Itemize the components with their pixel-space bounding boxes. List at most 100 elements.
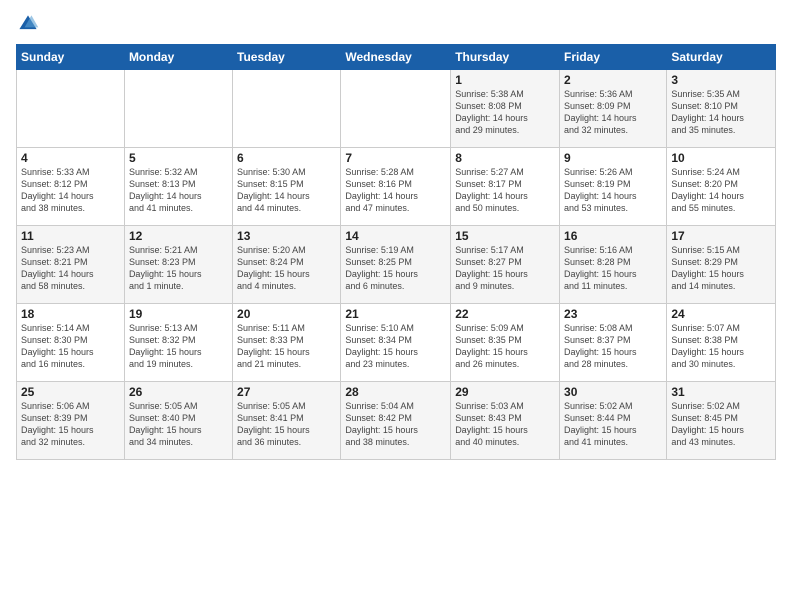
calendar-cell: 30Sunrise: 5:02 AM Sunset: 8:44 PM Dayli… [560, 382, 667, 460]
day-info: Sunrise: 5:06 AM Sunset: 8:39 PM Dayligh… [21, 400, 120, 449]
day-header-thursday: Thursday [451, 45, 560, 70]
calendar-cell: 9Sunrise: 5:26 AM Sunset: 8:19 PM Daylig… [560, 148, 667, 226]
day-info: Sunrise: 5:11 AM Sunset: 8:33 PM Dayligh… [237, 322, 336, 371]
day-info: Sunrise: 5:26 AM Sunset: 8:19 PM Dayligh… [564, 166, 662, 215]
calendar-cell: 16Sunrise: 5:16 AM Sunset: 8:28 PM Dayli… [560, 226, 667, 304]
day-number: 28 [345, 385, 446, 399]
logo-icon [16, 12, 40, 36]
calendar-cell: 2Sunrise: 5:36 AM Sunset: 8:09 PM Daylig… [560, 70, 667, 148]
day-info: Sunrise: 5:36 AM Sunset: 8:09 PM Dayligh… [564, 88, 662, 137]
day-number: 13 [237, 229, 336, 243]
day-number: 7 [345, 151, 446, 165]
calendar-cell: 13Sunrise: 5:20 AM Sunset: 8:24 PM Dayli… [233, 226, 341, 304]
day-number: 9 [564, 151, 662, 165]
day-info: Sunrise: 5:19 AM Sunset: 8:25 PM Dayligh… [345, 244, 446, 293]
day-number: 18 [21, 307, 120, 321]
calendar-cell: 5Sunrise: 5:32 AM Sunset: 8:13 PM Daylig… [124, 148, 232, 226]
week-row-1: 1Sunrise: 5:38 AM Sunset: 8:08 PM Daylig… [17, 70, 776, 148]
day-number: 3 [671, 73, 771, 87]
day-info: Sunrise: 5:32 AM Sunset: 8:13 PM Dayligh… [129, 166, 228, 215]
day-info: Sunrise: 5:04 AM Sunset: 8:42 PM Dayligh… [345, 400, 446, 449]
calendar-cell: 22Sunrise: 5:09 AM Sunset: 8:35 PM Dayli… [451, 304, 560, 382]
day-info: Sunrise: 5:10 AM Sunset: 8:34 PM Dayligh… [345, 322, 446, 371]
week-row-3: 11Sunrise: 5:23 AM Sunset: 8:21 PM Dayli… [17, 226, 776, 304]
calendar-cell: 1Sunrise: 5:38 AM Sunset: 8:08 PM Daylig… [451, 70, 560, 148]
day-number: 22 [455, 307, 555, 321]
day-info: Sunrise: 5:14 AM Sunset: 8:30 PM Dayligh… [21, 322, 120, 371]
calendar-cell: 31Sunrise: 5:02 AM Sunset: 8:45 PM Dayli… [667, 382, 776, 460]
day-info: Sunrise: 5:13 AM Sunset: 8:32 PM Dayligh… [129, 322, 228, 371]
day-number: 27 [237, 385, 336, 399]
day-number: 11 [21, 229, 120, 243]
calendar-cell [233, 70, 341, 148]
day-info: Sunrise: 5:33 AM Sunset: 8:12 PM Dayligh… [21, 166, 120, 215]
day-info: Sunrise: 5:28 AM Sunset: 8:16 PM Dayligh… [345, 166, 446, 215]
day-info: Sunrise: 5:07 AM Sunset: 8:38 PM Dayligh… [671, 322, 771, 371]
day-info: Sunrise: 5:38 AM Sunset: 8:08 PM Dayligh… [455, 88, 555, 137]
day-number: 4 [21, 151, 120, 165]
calendar-cell: 21Sunrise: 5:10 AM Sunset: 8:34 PM Dayli… [341, 304, 451, 382]
day-info: Sunrise: 5:03 AM Sunset: 8:43 PM Dayligh… [455, 400, 555, 449]
calendar-cell: 11Sunrise: 5:23 AM Sunset: 8:21 PM Dayli… [17, 226, 125, 304]
calendar-cell [17, 70, 125, 148]
day-number: 20 [237, 307, 336, 321]
day-info: Sunrise: 5:05 AM Sunset: 8:41 PM Dayligh… [237, 400, 336, 449]
day-info: Sunrise: 5:17 AM Sunset: 8:27 PM Dayligh… [455, 244, 555, 293]
day-number: 16 [564, 229, 662, 243]
day-number: 15 [455, 229, 555, 243]
calendar-cell: 19Sunrise: 5:13 AM Sunset: 8:32 PM Dayli… [124, 304, 232, 382]
calendar-cell: 25Sunrise: 5:06 AM Sunset: 8:39 PM Dayli… [17, 382, 125, 460]
day-number: 21 [345, 307, 446, 321]
calendar-header-row: SundayMondayTuesdayWednesdayThursdayFrid… [17, 45, 776, 70]
calendar-cell: 15Sunrise: 5:17 AM Sunset: 8:27 PM Dayli… [451, 226, 560, 304]
week-row-5: 25Sunrise: 5:06 AM Sunset: 8:39 PM Dayli… [17, 382, 776, 460]
day-header-monday: Monday [124, 45, 232, 70]
day-info: Sunrise: 5:21 AM Sunset: 8:23 PM Dayligh… [129, 244, 228, 293]
calendar-cell [124, 70, 232, 148]
calendar-cell: 8Sunrise: 5:27 AM Sunset: 8:17 PM Daylig… [451, 148, 560, 226]
day-info: Sunrise: 5:09 AM Sunset: 8:35 PM Dayligh… [455, 322, 555, 371]
calendar-cell: 10Sunrise: 5:24 AM Sunset: 8:20 PM Dayli… [667, 148, 776, 226]
day-info: Sunrise: 5:30 AM Sunset: 8:15 PM Dayligh… [237, 166, 336, 215]
calendar-cell: 6Sunrise: 5:30 AM Sunset: 8:15 PM Daylig… [233, 148, 341, 226]
calendar-cell: 4Sunrise: 5:33 AM Sunset: 8:12 PM Daylig… [17, 148, 125, 226]
calendar: SundayMondayTuesdayWednesdayThursdayFrid… [16, 44, 776, 460]
calendar-cell: 18Sunrise: 5:14 AM Sunset: 8:30 PM Dayli… [17, 304, 125, 382]
calendar-cell: 3Sunrise: 5:35 AM Sunset: 8:10 PM Daylig… [667, 70, 776, 148]
day-number: 25 [21, 385, 120, 399]
day-header-friday: Friday [560, 45, 667, 70]
day-header-wednesday: Wednesday [341, 45, 451, 70]
calendar-cell [341, 70, 451, 148]
calendar-cell: 28Sunrise: 5:04 AM Sunset: 8:42 PM Dayli… [341, 382, 451, 460]
day-info: Sunrise: 5:20 AM Sunset: 8:24 PM Dayligh… [237, 244, 336, 293]
day-header-sunday: Sunday [17, 45, 125, 70]
day-number: 23 [564, 307, 662, 321]
calendar-cell: 24Sunrise: 5:07 AM Sunset: 8:38 PM Dayli… [667, 304, 776, 382]
day-info: Sunrise: 5:02 AM Sunset: 8:45 PM Dayligh… [671, 400, 771, 449]
day-info: Sunrise: 5:23 AM Sunset: 8:21 PM Dayligh… [21, 244, 120, 293]
calendar-cell: 7Sunrise: 5:28 AM Sunset: 8:16 PM Daylig… [341, 148, 451, 226]
day-number: 26 [129, 385, 228, 399]
day-number: 31 [671, 385, 771, 399]
day-number: 8 [455, 151, 555, 165]
day-header-tuesday: Tuesday [233, 45, 341, 70]
day-number: 5 [129, 151, 228, 165]
header [16, 12, 776, 36]
day-number: 24 [671, 307, 771, 321]
day-info: Sunrise: 5:27 AM Sunset: 8:17 PM Dayligh… [455, 166, 555, 215]
day-info: Sunrise: 5:08 AM Sunset: 8:37 PM Dayligh… [564, 322, 662, 371]
calendar-cell: 27Sunrise: 5:05 AM Sunset: 8:41 PM Dayli… [233, 382, 341, 460]
page: SundayMondayTuesdayWednesdayThursdayFrid… [0, 0, 792, 612]
day-number: 12 [129, 229, 228, 243]
day-header-saturday: Saturday [667, 45, 776, 70]
day-info: Sunrise: 5:24 AM Sunset: 8:20 PM Dayligh… [671, 166, 771, 215]
week-row-2: 4Sunrise: 5:33 AM Sunset: 8:12 PM Daylig… [17, 148, 776, 226]
calendar-cell: 14Sunrise: 5:19 AM Sunset: 8:25 PM Dayli… [341, 226, 451, 304]
day-number: 29 [455, 385, 555, 399]
day-number: 2 [564, 73, 662, 87]
day-number: 10 [671, 151, 771, 165]
calendar-cell: 23Sunrise: 5:08 AM Sunset: 8:37 PM Dayli… [560, 304, 667, 382]
day-number: 30 [564, 385, 662, 399]
day-number: 6 [237, 151, 336, 165]
calendar-cell: 20Sunrise: 5:11 AM Sunset: 8:33 PM Dayli… [233, 304, 341, 382]
